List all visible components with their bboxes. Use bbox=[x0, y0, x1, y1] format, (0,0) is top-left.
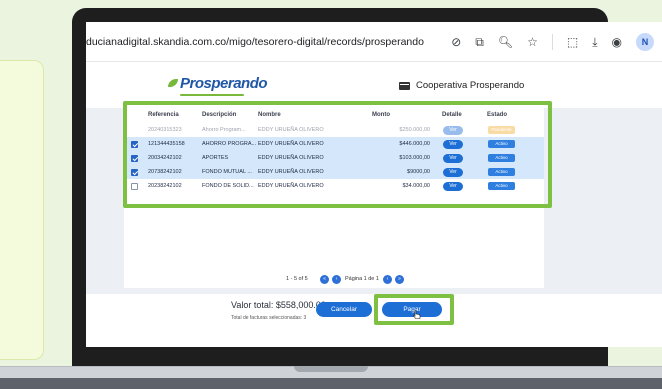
prev-page-button[interactable]: ‹ bbox=[332, 275, 341, 284]
browser-toolbar: ducianadigital.skandia.com.co/migo/tesor… bbox=[86, 22, 662, 62]
toolbar-divider bbox=[551, 34, 553, 50]
logo-underline bbox=[180, 94, 244, 96]
zoom-icon[interactable]: 🔍︎ bbox=[498, 32, 513, 52]
pagination: 1 - 5 of 5 « ‹ Página 1 de 1 › » bbox=[124, 270, 544, 290]
cooperative-label: Cooperativa Prosperando bbox=[416, 80, 525, 91]
logo-text: Prosperando bbox=[180, 75, 268, 92]
bookmark-star-icon[interactable]: ☆ bbox=[527, 32, 538, 52]
install-app-icon[interactable]: ⧉ bbox=[475, 32, 484, 52]
profile-icon[interactable]: ◉ bbox=[612, 32, 622, 52]
side-callout-panel bbox=[0, 60, 44, 360]
laptop-base-shadow bbox=[0, 378, 662, 389]
eye-slash-icon[interactable]: ⊘ bbox=[451, 32, 461, 52]
next-page-button[interactable]: › bbox=[383, 275, 392, 284]
browser-actions: ⊘ ⧉ 🔍︎ ☆ ⬚ ⤓ ◉ N bbox=[451, 32, 654, 52]
extensions-icon[interactable]: ⬚ bbox=[567, 32, 578, 52]
table-highlight-frame bbox=[123, 101, 552, 208]
card-icon bbox=[399, 81, 410, 90]
last-page-button[interactable]: » bbox=[395, 275, 404, 284]
pagination-range: 1 - 5 of 5 bbox=[286, 276, 308, 282]
address-bar[interactable]: ducianadigital.skandia.com.co/migo/tesor… bbox=[86, 22, 424, 62]
url-text: ducianadigital.skandia.com.co/migo/tesor… bbox=[86, 36, 424, 48]
total-value: Valor total: $558,000.00 bbox=[231, 300, 326, 310]
pagination-page: Página 1 de 1 bbox=[345, 276, 379, 282]
cancel-button[interactable]: Cancelar bbox=[316, 302, 372, 317]
laptop-hinge-notch bbox=[294, 366, 368, 372]
prosperando-logo[interactable]: Prosperando bbox=[168, 75, 268, 92]
total-subtitle: Total de facturas seleccionadas: 3 bbox=[231, 315, 307, 321]
first-page-button[interactable]: « bbox=[320, 275, 329, 284]
download-icon[interactable]: ⤓ bbox=[592, 32, 597, 52]
leaf-icon bbox=[168, 79, 178, 87]
pay-button-highlight-frame bbox=[374, 294, 454, 325]
cooperative-selector[interactable]: Cooperativa Prosperando bbox=[399, 80, 524, 91]
avatar[interactable]: N bbox=[636, 33, 654, 51]
